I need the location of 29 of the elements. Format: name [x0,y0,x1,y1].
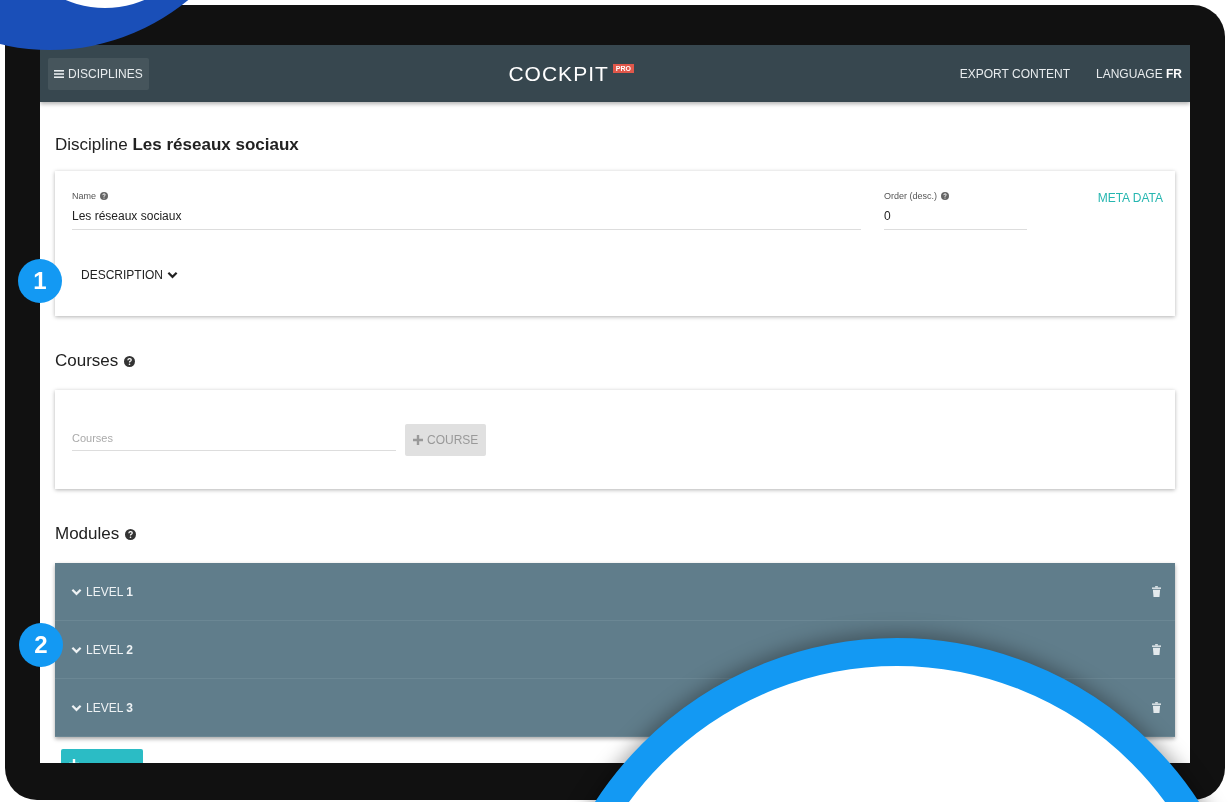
description-toggle[interactable]: DESCRIPTION [81,268,178,282]
menu-icon [54,69,64,78]
page-heading: Discipline Les réseaux sociaux [55,135,300,155]
help-icon [941,192,949,200]
input-field[interactable]: Les réseaux sociaux [72,209,861,230]
help-icon [100,192,108,200]
section-heading: Courses [55,351,119,371]
chevron-down-icon [71,703,82,712]
help-icon [125,528,137,540]
help-icon [124,355,136,367]
chevron-down-icon [71,587,82,596]
trash-icon[interactable] [1152,644,1161,655]
input-field[interactable]: 0 [884,209,1027,230]
trash-icon[interactable] [1152,586,1161,597]
module-label: LEVEL 2 [86,642,133,657]
trash-icon[interactable] [1152,702,1161,713]
logo-text: COCKPIT [508,61,609,86]
module-label: LEVEL 3 [86,700,133,715]
chevron-down-icon [167,271,178,279]
chevron-down-icon [71,645,82,654]
field-label: Order (desc.) [884,191,937,201]
module-label: LEVEL 1 [86,584,133,599]
plus-icon [413,434,423,445]
section-heading: Modules [55,524,120,544]
menu-button[interactable]: DISCIPLINES [48,57,149,90]
module-row[interactable]: LEVEL 1 [55,563,1175,621]
nav-link[interactable]: LANGUAGE FR [1095,66,1182,81]
nav-link[interactable]: EXPORT CONTENT [959,66,1070,81]
field-label: Name [72,191,96,201]
